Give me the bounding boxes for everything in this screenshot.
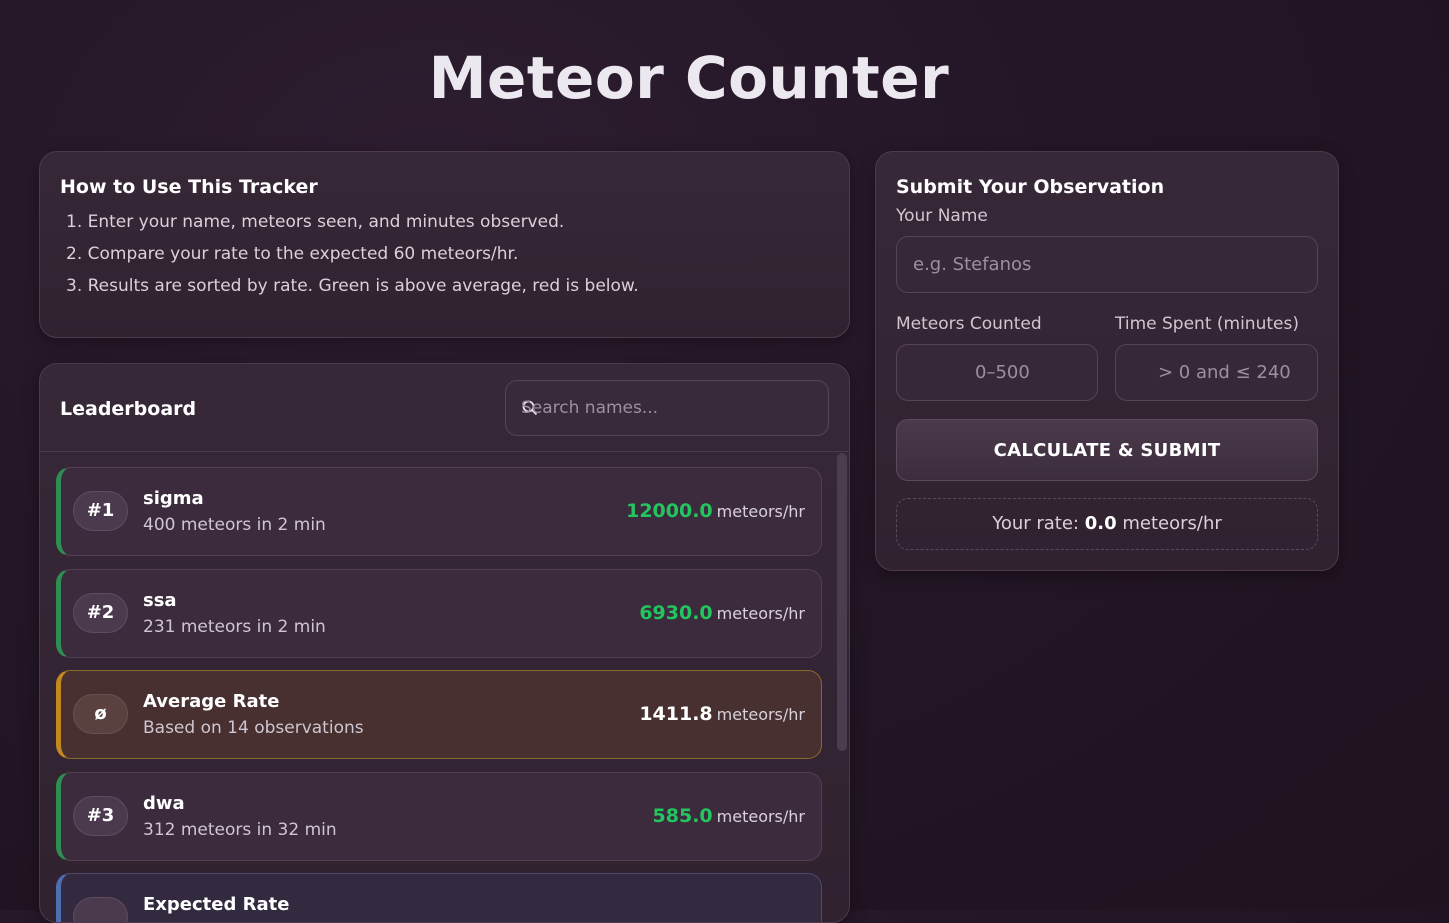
observation-detail: 312 meteors in 32 min xyxy=(143,820,337,840)
meteors-label: Meteors Counted xyxy=(896,314,1042,334)
submit-title: Submit Your Observation xyxy=(896,176,1165,198)
meteors-input[interactable] xyxy=(896,344,1098,401)
rate-display: 1411.8 meteors/hr xyxy=(639,703,805,725)
howto-step: 3. Results are sorted by rate. Green is … xyxy=(66,276,639,296)
time-label: Time Spent (minutes) xyxy=(1115,314,1299,334)
page-title: Meteor Counter xyxy=(428,44,950,112)
rate-unit: meteors/hr xyxy=(716,604,805,623)
result-prefix: Your rate: xyxy=(992,513,1079,534)
leaderboard-card: Leaderboard #1 sigma 400 meteors in 2 mi… xyxy=(39,363,850,923)
average-rate-label: Average Rate xyxy=(143,691,280,712)
observer-name: ssa xyxy=(143,590,177,611)
howto-step: 2. Compare your rate to the expected 60 … xyxy=(66,244,519,264)
howto-card: How to Use This Tracker 1. Enter your na… xyxy=(39,151,850,338)
rate-display: 585.0 meteors/hr xyxy=(653,805,805,827)
leaderboard-scrollbar[interactable] xyxy=(837,453,849,922)
rate-value: 6930.0 xyxy=(639,602,713,624)
leaderboard-row[interactable]: #1 sigma 400 meteors in 2 min 12000.0 met… xyxy=(56,467,822,556)
expected-rate-label: Expected Rate xyxy=(143,894,290,915)
rate-unit: meteors/hr xyxy=(716,705,805,724)
average-rate-detail: Based on 14 observations xyxy=(143,718,364,738)
scrollbar-thumb[interactable] xyxy=(837,453,847,751)
time-input[interactable] xyxy=(1115,344,1318,401)
leaderboard-title: Leaderboard xyxy=(60,398,197,420)
leaderboard-row[interactable]: #3 dwa 312 meteors in 32 min 585.0 meteor… xyxy=(56,772,822,861)
rate-display: 12000.0 meteors/hr xyxy=(626,500,805,522)
result-value: 0.0 xyxy=(1084,513,1117,534)
average-rate-row: ø Average Rate Based on 14 observations … xyxy=(56,670,822,759)
expected-badge xyxy=(73,897,128,922)
rank-badge: #2 xyxy=(73,593,128,633)
rate-unit: meteors/hr xyxy=(716,502,805,521)
observation-detail: 400 meteors in 2 min xyxy=(143,515,326,535)
rate-display: 6930.0 meteors/hr xyxy=(639,602,805,624)
average-symbol-badge: ø xyxy=(73,694,128,734)
submit-card: Submit Your Observation Your Name Meteor… xyxy=(875,151,1339,571)
observer-name: sigma xyxy=(143,488,204,509)
rate-result: Your rate: 0.0 meteors/hr xyxy=(896,498,1318,550)
howto-step: 1. Enter your name, meteors seen, and mi… xyxy=(66,212,565,232)
result-unit: meteors/hr xyxy=(1122,513,1222,534)
calculate-submit-button[interactable]: CALCULATE & SUBMIT xyxy=(896,419,1318,481)
howto-title: How to Use This Tracker xyxy=(60,176,318,198)
rank-badge: #1 xyxy=(73,491,128,531)
observer-name: dwa xyxy=(143,793,185,814)
rate-unit: meteors/hr xyxy=(716,807,805,826)
name-input[interactable] xyxy=(896,236,1318,293)
howto-steps: 1. Enter your name, meteors seen, and mi… xyxy=(60,212,829,296)
leaderboard-row[interactable]: #2 ssa 231 meteors in 2 min 6930.0 meteor… xyxy=(56,569,822,658)
observation-detail: 231 meteors in 2 min xyxy=(143,617,326,637)
leaderboard-header: Leaderboard xyxy=(40,364,849,452)
rate-value: 12000.0 xyxy=(626,500,713,522)
name-label: Your Name xyxy=(896,206,988,226)
search-input[interactable] xyxy=(521,381,821,435)
rate-value: 1411.8 xyxy=(639,703,713,725)
expected-rate-row: Expected Rate xyxy=(56,873,822,922)
rank-badge: #3 xyxy=(73,796,128,836)
search-box[interactable] xyxy=(505,380,829,436)
rate-value: 585.0 xyxy=(652,805,713,827)
